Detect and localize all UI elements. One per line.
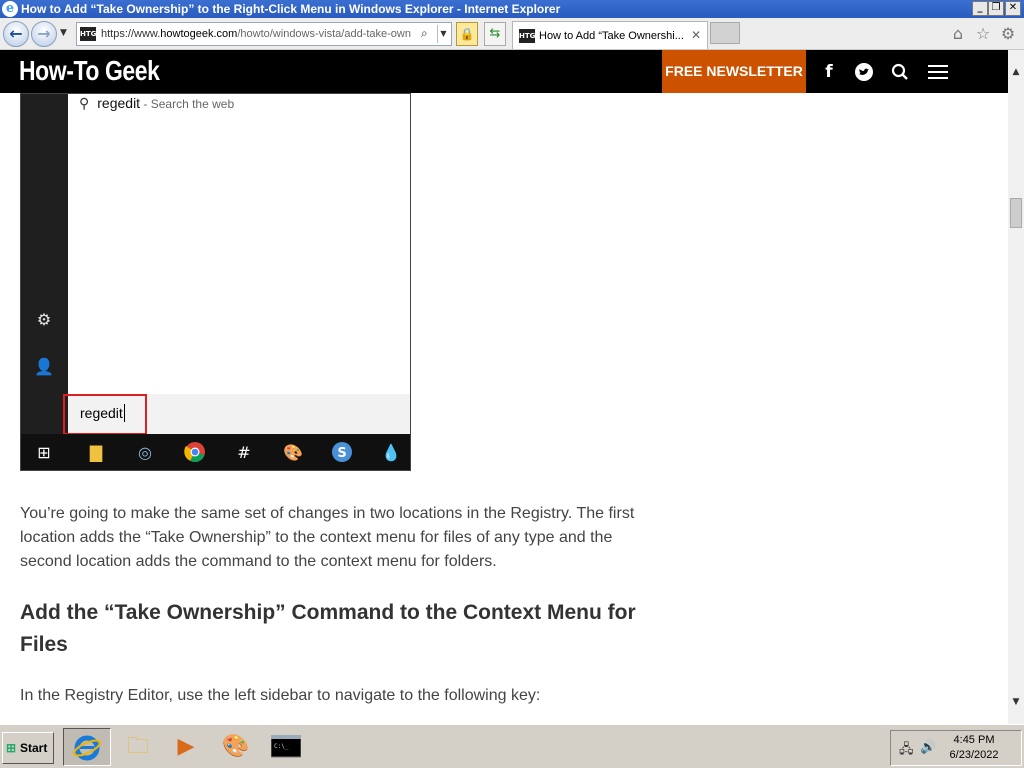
window-title-bar: e How to Add “Take Ownership” to the Rig…: [0, 0, 1024, 18]
skype-icon: S: [330, 441, 354, 465]
svg-text:C:\_: C:\_: [274, 743, 289, 750]
paint-taskbar-icon[interactable]: 🎨: [212, 728, 260, 766]
menu-icon[interactable]: [925, 59, 951, 85]
browser-toolbar: ← → ▼ HTG https://www.howtogeek.com/howt…: [0, 18, 1024, 50]
start-search-text: regedit: [80, 404, 125, 422]
refresh-icon[interactable]: ⇆: [484, 22, 506, 46]
page-viewport: How-To Geek FREE NEWSLETTER f ⚙ 👤 ⚲ reged…: [0, 50, 1008, 724]
address-dropdown-icon[interactable]: ▼: [437, 25, 449, 43]
site-logo[interactable]: How-To Geek: [19, 53, 160, 89]
scroll-down-arrow-icon[interactable]: ▼: [1008, 694, 1024, 710]
tab-close-icon[interactable]: ✕: [691, 28, 701, 42]
address-search-icon[interactable]: ⌕: [421, 26, 428, 41]
search-result-suffix: - Search the web: [140, 97, 235, 111]
settings-gear-icon: ⚙: [36, 310, 52, 329]
article-paragraph-1: You’re going to make the same set of cha…: [20, 505, 635, 570]
tab-favicon: HTG: [519, 29, 535, 43]
security-lock-icon[interactable]: 🔒: [456, 22, 478, 46]
command-prompt-taskbar-icon[interactable]: C:\_: [262, 728, 310, 766]
file-explorer-icon: ▇: [89, 443, 103, 462]
media-player-taskbar-icon[interactable]: ▶: [162, 728, 210, 766]
start-button[interactable]: ⊞ Start: [2, 732, 54, 764]
svg-text:S: S: [337, 446, 346, 461]
url-host: howtogeek.com: [160, 28, 238, 40]
clock-date: 6/23/2022: [949, 749, 999, 761]
search-icon[interactable]: [887, 59, 913, 85]
twitter-icon[interactable]: [851, 59, 877, 85]
facebook-icon[interactable]: f: [816, 59, 842, 85]
history-dropdown-icon[interactable]: ▼: [60, 28, 67, 38]
internet-explorer-taskbar-icon[interactable]: [63, 728, 111, 766]
windows-logo-icon: ⊞: [37, 443, 51, 462]
vertical-scrollbar[interactable]: ▲ ▼: [1008, 50, 1024, 724]
volume-icon[interactable]: 🔊: [920, 740, 936, 755]
url-text[interactable]: https://www.howtogeek.com/howto/windows-…: [101, 27, 419, 41]
system-tray: 🖧 🔊 4:45 PM 6/23/2022: [890, 730, 1022, 766]
steam-icon: ◎: [138, 443, 152, 462]
address-bar[interactable]: HTG https://www.howtogeek.com/howto/wind…: [76, 22, 452, 46]
scroll-up-arrow-icon[interactable]: ▲: [1008, 64, 1024, 80]
minimize-button[interactable]: _: [972, 1, 988, 16]
newsletter-button[interactable]: FREE NEWSLETTER: [662, 50, 806, 93]
internet-explorer-icon: e: [2, 1, 18, 17]
favorites-star-icon[interactable]: ☆: [973, 24, 993, 44]
user-icon: 👤: [34, 357, 54, 376]
slack-icon: #: [237, 443, 251, 462]
start-menu-rail: ⚙ 👤: [21, 94, 68, 434]
clock-time: 4:45 PM: [953, 734, 995, 746]
start-search-box: regedit: [63, 394, 410, 435]
settings-gear-icon[interactable]: ⚙: [998, 24, 1018, 44]
site-header: How-To Geek FREE NEWSLETTER f: [0, 50, 1008, 93]
home-icon[interactable]: ⌂: [948, 24, 968, 44]
win10-taskbar: ⊞ ▇ ◎ # 🎨 S 💧: [21, 434, 410, 470]
taskbar-clock[interactable]: 4:45 PM 6/23/2022: [941, 733, 1007, 763]
tab-label: How to Add “Take Ownershi...: [539, 30, 684, 42]
new-tab-button[interactable]: [710, 22, 740, 44]
tab-howtogeek[interactable]: HTG How to Add “Take Ownershi... ✕: [512, 21, 708, 49]
search-result-query: regedit: [97, 95, 141, 111]
article-heading: Add the “Take Ownership” Command to the …: [20, 601, 636, 656]
window-title: How to Add “Take Ownership” to the Right…: [21, 2, 561, 16]
chrome-icon: [183, 441, 207, 465]
close-window-button[interactable]: ✕: [1005, 1, 1021, 16]
paint-icon: 🎨: [283, 443, 303, 462]
water-drop-icon: 💧: [381, 443, 401, 462]
windows-taskbar: ⊞ Start 🗀 ▶ 🎨 C:\_ 🖧 🔊 4:45 PM 6/23/2022: [0, 724, 1024, 768]
search-result-item: ⚲ regedit - Search the web: [79, 94, 234, 113]
restore-button[interactable]: ❐: [988, 1, 1004, 16]
file-explorer-taskbar-icon[interactable]: 🗀: [114, 728, 162, 766]
url-scheme: https://www.: [101, 28, 161, 40]
network-icon[interactable]: 🖧: [899, 740, 914, 762]
search-result-magnifier-icon: ⚲: [79, 95, 90, 111]
forward-button[interactable]: →: [31, 21, 57, 47]
start-label: Start: [20, 741, 48, 755]
back-button[interactable]: ←: [3, 21, 29, 47]
article-screenshot-image: ⚙ 👤 ⚲ regedit - Search the web regedit ⊞ …: [20, 93, 411, 471]
windows-flag-icon: ⊞: [6, 741, 17, 755]
site-favicon: HTG: [80, 27, 96, 41]
scroll-thumb[interactable]: [1010, 198, 1022, 228]
article-paragraph-2: In the Registry Editor, use the left sid…: [20, 687, 541, 704]
url-path: /howto/windows-vista/add-take-own: [237, 28, 411, 40]
